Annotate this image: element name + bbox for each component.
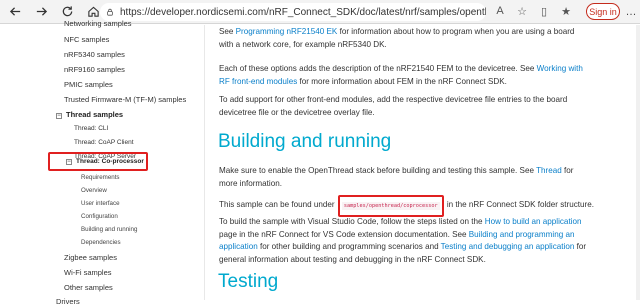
testing-debugging-link[interactable]: Testing and debugging an application xyxy=(441,242,575,251)
toolbar-icons: A ☆ ▯ ★ xyxy=(492,2,574,20)
sidebar-item-zigbee[interactable]: Zigbee samples xyxy=(64,253,117,262)
url-text: https://developer.nordicsemi.com/nRF_Con… xyxy=(119,6,486,18)
sidebar-item-nfc[interactable]: NFC samples xyxy=(64,35,109,44)
sidebar-item-nrf9160[interactable]: nRF9160 samples xyxy=(64,65,125,74)
collapse-icon[interactable]: − xyxy=(56,113,62,119)
sidebar-item-pmic[interactable]: PMIC samples xyxy=(64,80,113,89)
scrollbar[interactable] xyxy=(636,25,640,300)
favorite-icon[interactable]: ☆ xyxy=(514,2,530,20)
sidebar-item-thread[interactable]: − Thread samples xyxy=(56,110,123,119)
paragraph-sample-location: This sample can be found under samples/o… xyxy=(219,195,619,217)
sidebar-item-drivers[interactable]: Drivers xyxy=(56,297,80,306)
sidebar-item-thread-coap-client[interactable]: Thread: CoAP Client xyxy=(74,139,134,146)
heading-testing: Testing xyxy=(218,271,279,292)
sidebar-item-wifi[interactable]: Wi-Fi samples xyxy=(64,268,112,277)
sample-path-code: samples/openthread/coprocessor xyxy=(341,202,440,210)
sidebar-item-building-running[interactable]: Building and running xyxy=(81,226,137,233)
sidebar-item-requirements[interactable]: Requirements xyxy=(81,174,120,181)
more-icon[interactable]: … xyxy=(624,3,638,21)
address-bar[interactable]: https://developer.nordicsemi.com/nRF_Con… xyxy=(100,3,486,21)
sidebar-item-label: Thread samples xyxy=(66,110,124,119)
paragraph-options: Each of these options adds the descripti… xyxy=(219,64,583,86)
sidebar-highlight-annotation xyxy=(48,152,148,171)
sidebar-item-user-interface[interactable]: User interface xyxy=(81,200,120,207)
sign-in-button[interactable]: Sign in xyxy=(586,3,620,20)
paragraph-build-vscode: To build the sample with Visual Studio C… xyxy=(219,217,587,264)
sidebar-item-dependencies[interactable]: Dependencies xyxy=(81,239,121,246)
forward-icon[interactable] xyxy=(30,1,52,23)
sidebar-item-configuration[interactable]: Configuration xyxy=(81,213,118,220)
sidebar-item-other[interactable]: Other samples xyxy=(64,283,113,292)
thread-link[interactable]: Thread xyxy=(536,166,562,175)
sidebar-item-nrf5340[interactable]: nRF5340 samples xyxy=(64,50,125,59)
paragraph-enable-openthread: Make sure to enable the OpenThread stack… xyxy=(219,166,574,188)
main-content: See Programming nRF21540 EK for informat… xyxy=(206,25,640,300)
how-to-build-link[interactable]: How to build an application xyxy=(485,217,582,226)
split-screen-icon[interactable]: ▯ xyxy=(536,2,552,20)
sidebar-item-overview[interactable]: Overview xyxy=(81,187,107,194)
heading-building-running: Building and running xyxy=(218,131,392,152)
back-icon[interactable] xyxy=(4,1,26,23)
sidebar-item-networking[interactable]: Networking samples xyxy=(64,19,132,28)
sidebar-item-thread-cli[interactable]: Thread: CLI xyxy=(74,125,108,132)
sidebar-item-tfm[interactable]: Trusted Firmware-M (TF-M) samples xyxy=(64,95,186,104)
code-highlight-annotation: samples/openthread/coprocessor xyxy=(337,195,444,217)
read-aloud-icon[interactable]: A xyxy=(492,2,508,20)
paragraph-support: To add support for other front-end modul… xyxy=(219,95,568,117)
programming-link[interactable]: Programming nRF21540 EK xyxy=(236,27,338,36)
lock-icon xyxy=(107,8,113,16)
favorites-icon[interactable]: ★ xyxy=(558,2,574,20)
paragraph-programming: See Programming nRF21540 EK for informat… xyxy=(219,27,575,49)
